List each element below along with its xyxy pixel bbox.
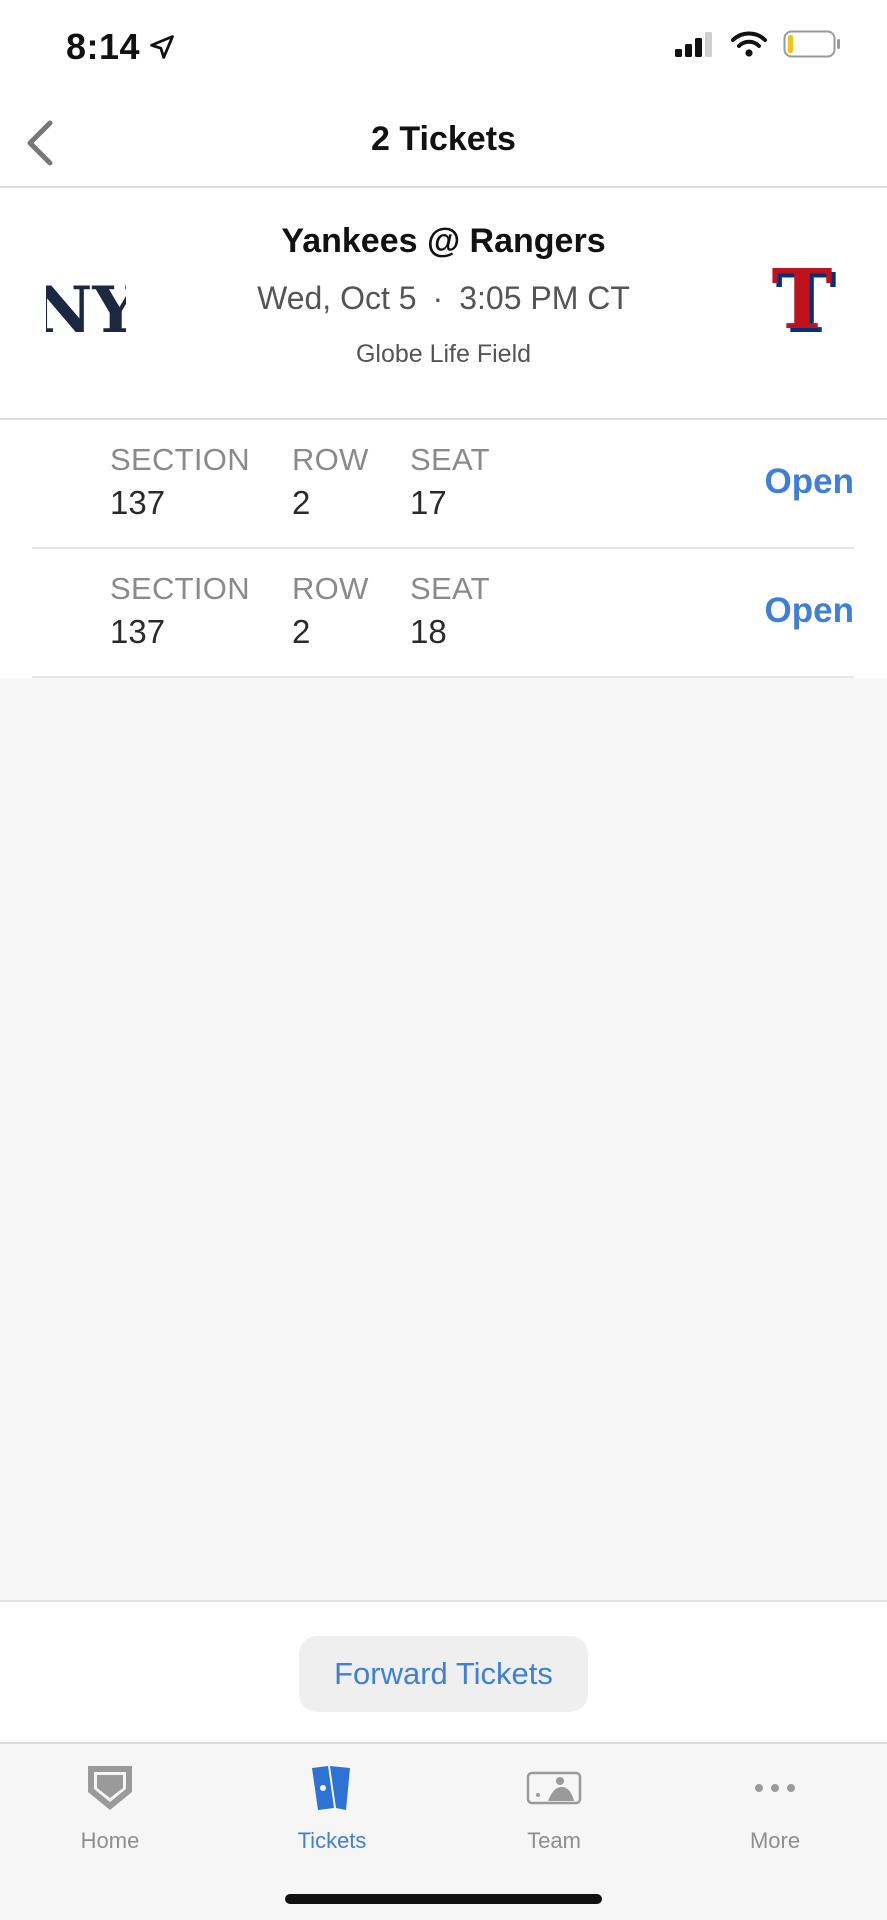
row-label: ROW: [292, 571, 369, 606]
page-title: 2 Tickets: [371, 120, 516, 158]
section-label: SECTION: [110, 442, 250, 477]
navigation-bar: 2 Tickets: [0, 96, 887, 188]
seat-value: 18: [410, 613, 447, 650]
event-datetime: Wed, Oct 5 · 3:05 PM CT: [0, 280, 887, 317]
seat-value: 17: [410, 484, 447, 521]
event-date: Wed, Oct 5: [257, 280, 417, 316]
section-column: SECTION 137: [110, 442, 250, 522]
section-column: SECTION 137: [110, 571, 250, 651]
forward-tickets-button[interactable]: Forward Tickets: [299, 1636, 588, 1712]
open-ticket-button[interactable]: Open: [765, 591, 854, 631]
rangers-logo-icon: T T: [771, 262, 836, 342]
seat-label: SEAT: [410, 442, 490, 477]
datetime-separator: ·: [432, 280, 444, 316]
status-bar: 8:14: [0, 0, 887, 96]
row-label: ROW: [292, 442, 369, 477]
home-indicator: [285, 1894, 602, 1904]
open-ticket-button[interactable]: Open: [765, 462, 854, 502]
tab-home[interactable]: Home: [30, 1758, 190, 1854]
location-arrow-icon: [150, 35, 174, 59]
section-value: 137: [110, 484, 166, 521]
team-icon: [526, 1771, 582, 1805]
row-value: 2: [292, 613, 311, 650]
row-column: ROW 2: [292, 571, 369, 651]
wifi-icon: [731, 31, 767, 57]
svg-text:T: T: [771, 262, 832, 342]
status-time: 8:14: [66, 26, 141, 67]
event-time: 3:05 PM CT: [459, 280, 630, 316]
event-header: NY Yankees @ Rangers Wed, Oct 5 · 3:05 PM …: [0, 188, 887, 420]
tab-tickets[interactable]: Tickets: [252, 1758, 412, 1854]
battery-icon: [783, 30, 840, 58]
cellular-signal-icon: [675, 32, 712, 57]
more-icon: [755, 1784, 795, 1792]
forward-tickets-area: Forward Tickets: [0, 1600, 887, 1742]
tab-label: Home: [80, 1828, 140, 1853]
event-venue: Globe Life Field: [355, 340, 532, 368]
ticket-row: SECTION 137 ROW 2 SEAT 18 Open: [32, 549, 854, 678]
tab-more[interactable]: More: [695, 1758, 855, 1854]
seat-column: SEAT 18: [410, 571, 490, 651]
home-plate-icon: [88, 1766, 132, 1810]
seat-column: SEAT 17: [410, 442, 490, 522]
ticket-row: SECTION 137 ROW 2 SEAT 17 Open: [32, 420, 854, 549]
row-column: ROW 2: [292, 442, 369, 522]
section-label: SECTION: [110, 571, 250, 606]
tickets-icon: [312, 1766, 350, 1810]
event-title: Yankees @ Rangers: [281, 222, 606, 260]
tab-label: Tickets: [297, 1828, 367, 1853]
tab-label: Team: [527, 1828, 581, 1853]
seat-label: SEAT: [410, 571, 490, 606]
tab-team[interactable]: Team: [474, 1758, 634, 1854]
section-value: 137: [110, 613, 166, 650]
row-value: 2: [292, 484, 311, 521]
tickets-list: SECTION 137 ROW 2 SEAT 17 Open SECTION 1…: [0, 420, 887, 678]
tab-label: More: [749, 1828, 801, 1853]
